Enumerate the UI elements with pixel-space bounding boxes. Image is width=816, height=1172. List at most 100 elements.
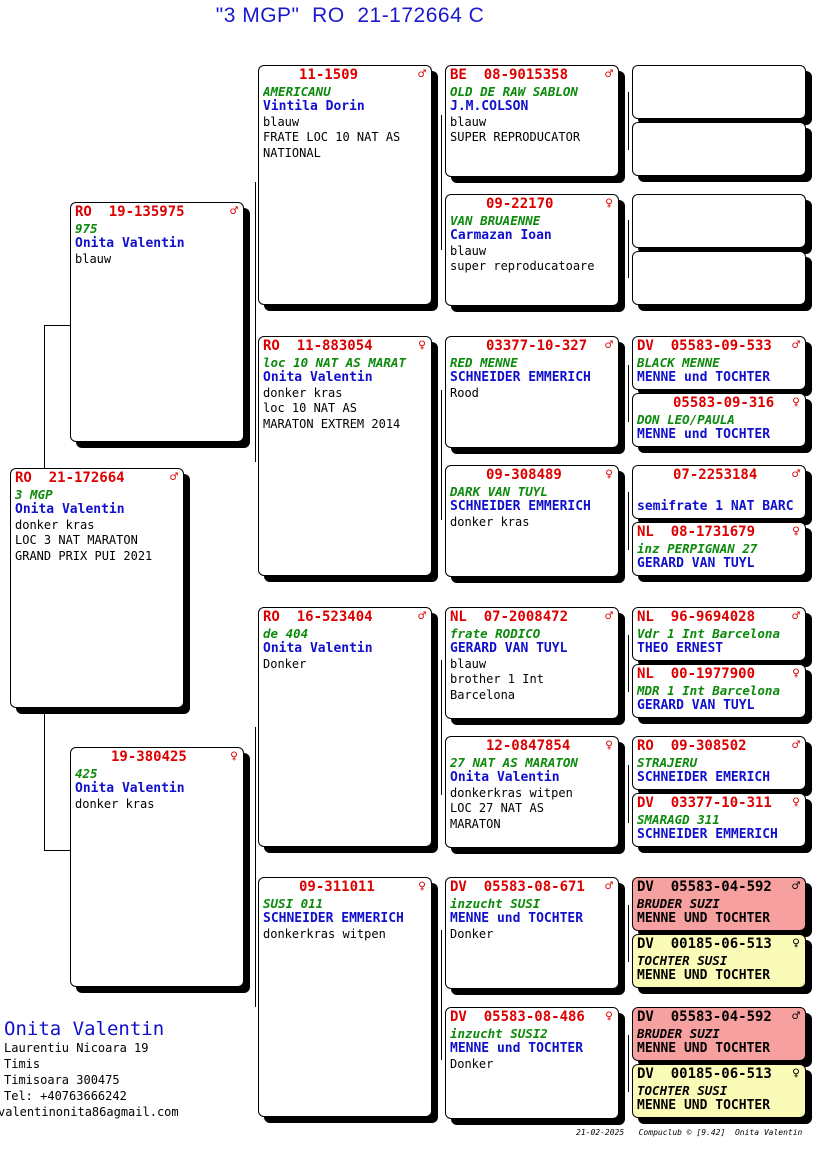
great-grandparent-card[interactable]: ♀ 12-0847854 27 NAT AS MARATON Onita Val…: [445, 736, 619, 848]
info-line: blauw: [75, 251, 112, 266]
great-grandparent-card[interactable]: ♂ NL 07-2008472 frate RODICO GERARD VAN …: [445, 607, 619, 719]
pigeon-name: SUSI 011: [263, 895, 324, 911]
connector-line: [441, 115, 442, 250]
connector-line: [628, 635, 629, 692]
owner-name: SCHNEIDER EMMERICH: [450, 370, 591, 385]
owner-name: J.M.COLSON: [450, 99, 529, 114]
owner-name: SCHNEIDER EMMERICH: [637, 827, 778, 842]
pigeon-name: TOCHTER SUSI: [637, 1082, 728, 1098]
grandparent-card[interactable]: ♀ RO 11-883054 loc 10 NAT AS MARAT Onita…: [258, 336, 432, 576]
pigeon-name: frate RODICO: [450, 625, 541, 641]
connector-line: [628, 492, 629, 550]
great-grandparent-card[interactable]: ♀ DV 05583-08-486 inzucht SUSI2 MENNE un…: [445, 1007, 619, 1119]
connector-line: [628, 220, 629, 278]
great-grandparent-card[interactable]: ♂ 03377-10-327 RED MENNE SCHNEIDER EMMER…: [445, 336, 619, 448]
info-line: Donker: [263, 656, 307, 671]
pigeon-name: Vdr 1 Int Barcelona: [637, 625, 780, 641]
pigeon-name: 3 MGP: [15, 486, 53, 502]
owner-name: semifrate 1 NAT BARC: [637, 498, 794, 514]
gen4-card[interactable]: ♀ NL 00-1977900 MDR 1 Int Barcelona GERA…: [632, 664, 806, 718]
gen4-card[interactable]: ♀ NL 08-1731679 inz PERPIGNAN 27 GERARD …: [632, 522, 806, 576]
male-icon: ♂: [605, 338, 613, 353]
male-icon: ♂: [170, 470, 178, 485]
owner-name: SCHNEIDER EMMERICH: [263, 911, 404, 926]
ring-number: RO 11-883054: [263, 339, 373, 354]
breeder-email: valentinonita86agmail.com: [0, 1105, 179, 1119]
great-grandparent-card[interactable]: ♂ DV 05583-08-671 inzucht SUSI MENNE und…: [445, 877, 619, 989]
male-icon: ♂: [605, 609, 613, 624]
great-grandparent-card[interactable]: ♀ 09-308489 DARK VAN TUYL SCHNEIDER EMME…: [445, 465, 619, 577]
breeder-phone: Tel: +40763666242: [4, 1089, 127, 1103]
grandparent-card[interactable]: ♂ RO 16-523404 de 404 Onita Valentin Don…: [258, 607, 432, 847]
info-line: Donker: [450, 926, 494, 941]
female-icon: ♀: [792, 524, 800, 539]
mother-card[interactable]: ♀ 19-380425 425 Onita Valentin donker kr…: [70, 747, 244, 987]
ring-number: DV 03377-10-311: [637, 796, 772, 811]
ring-number: RO 09-308502: [637, 739, 747, 754]
ring-number: 07-2253184: [673, 468, 758, 483]
ring-number: RO 19-135975: [75, 205, 185, 220]
gen4-card[interactable]: ♀ DV 03377-10-311 SMARAGD 311 SCHNEIDER …: [632, 793, 806, 847]
gen4-card[interactable]: ♂ RO 09-308502 STRAJERU SCHNEIDER EMERIC…: [632, 736, 806, 790]
gen4-card[interactable]: ♂ DV 05583-09-533 BLACK MENNE MENNE und …: [632, 336, 806, 390]
owner-name: Carmazan Ioan: [450, 228, 552, 243]
pigeon-name: 425: [75, 765, 98, 781]
info-line: donker kras: [15, 517, 95, 532]
female-icon: ♀: [792, 666, 800, 681]
great-grandparent-card[interactable]: ♀ 09-22170 VAN BRUAENNE Carmazan Ioan bl…: [445, 194, 619, 306]
great-grandparent-card[interactable]: ♂ BE 08-9015358 OLD DE RAW SABLON J.M.CO…: [445, 65, 619, 177]
connector-line: [628, 905, 629, 962]
breeder-info: Onita Valentin Laurentiu Nicoara 19 Timi…: [0, 1018, 179, 1120]
gen4-card-empty[interactable]: [632, 122, 806, 176]
owner-name: Onita Valentin: [75, 236, 185, 251]
gen4-card[interactable]: ♀ DV 00185-06-513 TOCHTER SUSI MENNE UND…: [632, 1064, 806, 1118]
gen4-card[interactable]: ♀ DV 00185-06-513 TOCHTER SUSI MENNE UND…: [632, 934, 806, 988]
breeder-city: Timisoara 300475: [4, 1073, 120, 1087]
info-line: Rood: [450, 385, 479, 400]
gen4-card-empty[interactable]: [632, 251, 806, 305]
pigeon-name: DON LEO/PAULA: [637, 411, 735, 427]
owner-name: GERARD VAN TUYL: [450, 641, 568, 656]
father-card[interactable]: ♂ RO 19-135975 975 Onita Valentin blauw: [70, 202, 244, 442]
breeder-region: Timis: [4, 1057, 41, 1071]
ring-number: DV 00185-06-513: [637, 937, 772, 952]
owner-name: MENNE und TOCHTER: [450, 1041, 584, 1056]
male-icon: ♂: [792, 879, 800, 894]
grandparent-card[interactable]: ♂ 11-1509 AMERICANU Vintila Dorin blauw …: [258, 65, 432, 305]
ring-number: RO 21-172664: [15, 471, 125, 486]
pigeon-name: 27 NAT AS MARATON: [450, 754, 578, 770]
gen4-card[interactable]: ♂ NL 96-9694028 Vdr 1 Int Barcelona THEO…: [632, 607, 806, 661]
pigeon-name: OLD DE RAW SABLON: [450, 83, 578, 99]
gen4-card-empty[interactable]: [632, 194, 806, 248]
owner-name: MENNE UND TOCHTER: [637, 1041, 771, 1056]
gen4-card[interactable]: ♀ 05583-09-316 DON LEO/PAULA MENNE und T…: [632, 393, 806, 447]
pigeon-name: 975: [75, 220, 98, 236]
subject-card[interactable]: ♂ RO 21-172664 3 MGP Onita Valentin donk…: [10, 468, 184, 708]
gen4-card[interactable]: ♂ 07-2253184 semifrate 1 NAT BARC: [632, 465, 806, 519]
ring-number: BE 08-9015358: [450, 68, 569, 83]
owner-name: THEO ERNEST: [637, 641, 724, 656]
pigeon-name: inzucht SUSI2: [450, 1025, 548, 1041]
info-line: donker kras: [263, 385, 343, 400]
pigeon-name: VAN BRUAENNE: [450, 212, 541, 228]
ring-number: NL 00-1977900: [637, 667, 756, 682]
gen4-card[interactable]: ♂ DV 05583-04-592 BRUDER SUZI MENNE UND …: [632, 877, 806, 931]
pigeon-name: loc 10 NAT AS MARAT: [263, 354, 406, 370]
gen4-card-empty[interactable]: [632, 65, 806, 119]
ring-number: DV 05583-04-592: [637, 880, 772, 895]
info-line: FRATE LOC 10 NAT AS: [263, 130, 401, 144]
connector-line: [255, 182, 256, 462]
grandparent-card[interactable]: ♀ 09-311011 SUSI 011 SCHNEIDER EMMERICH …: [258, 877, 432, 1117]
connector-line: [441, 930, 442, 1060]
pigeon-name: SMARAGD 311: [637, 811, 720, 827]
female-icon: ♀: [605, 738, 613, 753]
owner-name: Onita Valentin: [263, 370, 373, 385]
connector-line: [44, 850, 70, 851]
owner-name: Onita Valentin: [15, 502, 125, 517]
ring-number: 11-1509: [299, 68, 359, 83]
pigeon-name: BLACK MENNE: [637, 354, 720, 370]
owner-name: SCHNEIDER EMMERICH: [450, 499, 591, 514]
connector-line: [255, 727, 256, 1007]
owner-name: Onita Valentin: [450, 770, 560, 785]
gen4-card[interactable]: ♂ DV 05583-04-592 BRUDER SUZI MENNE UND …: [632, 1007, 806, 1061]
